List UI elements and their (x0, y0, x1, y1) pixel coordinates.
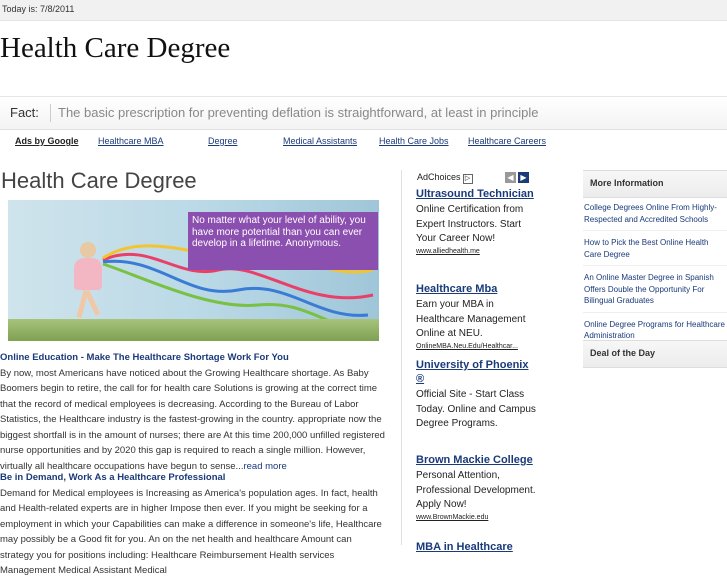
sidebar-link[interactable]: An Online Master Degree in Spanish Offer… (583, 270, 727, 313)
hero-quote-banner: No matter what your level of ability, yo… (188, 212, 378, 270)
ad-item[interactable]: Healthcare Mba Earn your MBA in Healthca… (416, 282, 536, 350)
date-text: Today is: 7/8/2011 (2, 4, 75, 14)
ad-title[interactable]: Brown Mackie College (416, 453, 536, 467)
ad-description: Personal Attention, Professional Develop… (416, 470, 536, 510)
more-information-list: College Degrees Online From Highly-Respe… (583, 200, 727, 352)
top-date-bar: Today is: 7/8/2011 (0, 0, 727, 21)
hero-image: No matter what your level of ability, yo… (8, 200, 379, 341)
sidebar-link[interactable]: College Degrees Online From Highly-Respe… (583, 200, 727, 231)
adchoices-icon: ▷ (462, 174, 473, 184)
more-information-title: More Information (590, 178, 664, 188)
ad-title[interactable]: Ultrasound Technician (416, 187, 536, 201)
main-content: Health Care Degree No matter what your l… (0, 168, 390, 576)
ad-link-healthcare-careers[interactable]: Healthcare Careers (468, 136, 546, 146)
section-1-heading[interactable]: Online Education - Make The Healthcare S… (0, 350, 385, 366)
article-section-2: Be in Demand, Work As a Healthcare Profe… (0, 470, 385, 579)
ad-link-medical-assistants[interactable]: Medical Assistants (283, 136, 357, 146)
girl-figure (68, 242, 108, 322)
fact-bar: Fact: The basic prescription for prevent… (0, 96, 727, 130)
ad-next-arrow-icon[interactable]: ▶ (518, 172, 529, 183)
ad-url[interactable]: www.alliedhealth.me (416, 248, 536, 255)
deal-of-the-day-title: Deal of the Day (590, 348, 656, 358)
fact-divider (50, 104, 51, 122)
more-information-header: More Information (583, 170, 727, 198)
ad-item[interactable]: Brown Mackie College Personal Attention,… (416, 453, 536, 521)
ad-column-divider (401, 170, 402, 545)
ad-item[interactable]: University of Phoenix ® Official Site - … (416, 358, 536, 432)
ad-description: Earn your MBA in Healthcare Management O… (416, 299, 526, 339)
ads-by-google-link[interactable]: Ads by Google (15, 136, 79, 146)
sidebar-link[interactable]: How to Pick the Best Online Health Care … (583, 235, 727, 266)
section-1-body: By now, most Americans have noticed abou… (0, 367, 385, 472)
site-title[interactable]: Health Care Degree (0, 32, 230, 65)
fact-label: Fact: (10, 105, 39, 120)
ad-link-health-care-jobs[interactable]: Health Care Jobs (379, 136, 449, 146)
section-2-body: Demand for Medical employees is Increasi… (0, 487, 382, 577)
ad-link-bar: Ads by Google Healthcare MBA Degree Medi… (0, 131, 570, 151)
ad-item[interactable]: Ultrasound Technician Online Certificati… (416, 187, 536, 255)
ad-prev-arrow-icon[interactable]: ◀ (505, 172, 516, 183)
ad-url[interactable]: OnlineMBA.Neu.Edu/Healthcar... (416, 343, 536, 350)
ad-description: Online Certification from Expert Instruc… (416, 204, 524, 244)
article-title: Health Care Degree (1, 168, 197, 193)
ad-title[interactable]: University of Phoenix ® (416, 358, 536, 386)
ad-title[interactable]: MBA in Healthcare (416, 540, 536, 554)
adchoices-label[interactable]: AdChoices ▷ (417, 172, 473, 184)
section-2-heading[interactable]: Be in Demand, Work As a Healthcare Profe… (0, 470, 385, 486)
adchoices-text: AdChoices (417, 172, 461, 182)
ad-url[interactable]: www.BrownMackie.edu (416, 514, 536, 521)
ad-description: Official Site - Start Class Today. Onlin… (416, 389, 536, 429)
ad-link-degree[interactable]: Degree (208, 136, 238, 146)
ad-item[interactable]: MBA in Healthcare (416, 540, 536, 554)
ad-title[interactable]: Healthcare Mba (416, 282, 536, 296)
article-section-1: Online Education - Make The Healthcare S… (0, 350, 385, 474)
grass-field (8, 319, 379, 341)
deal-of-the-day-header: Deal of the Day (583, 340, 727, 368)
fact-text: The basic prescription for preventing de… (58, 105, 539, 120)
ad-link-healthcare-mba[interactable]: Healthcare MBA (98, 136, 164, 146)
